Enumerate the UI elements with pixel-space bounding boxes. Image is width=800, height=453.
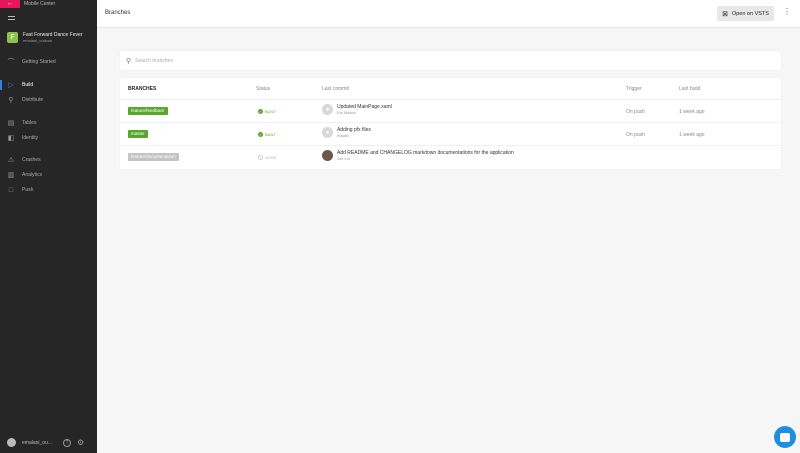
sidebar-item-label: Analytics: [22, 172, 43, 178]
open-on-vsts-label: Open on VSTS: [731, 10, 769, 17]
last-build-text: 1 week ago: [679, 132, 705, 138]
chat-button[interactable]: [774, 426, 796, 448]
table-row[interactable]: feature/feedback ✓ BUILT ● Updated MainP…: [120, 100, 781, 123]
status-badge: NONE: [258, 155, 277, 160]
gear-icon[interactable]: ⚙: [77, 438, 84, 447]
identity-icon: ◧: [7, 135, 15, 142]
column-header-last-build: Last build: [679, 86, 701, 92]
push-icon: □: [8, 186, 14, 194]
table-header: BRANCHES Status Last commit Trigger Last…: [120, 78, 781, 100]
arrow-left-icon: ←: [6, 0, 14, 7]
sidebar-item-label: Identity: [22, 135, 39, 141]
app-owner: emalani_outlook: [23, 38, 53, 43]
column-header-status: Status: [256, 86, 271, 92]
more-options-icon[interactable]: ⋮: [783, 8, 791, 16]
sidebar-item-label: Push: [22, 187, 34, 193]
commit-author: malani: [337, 133, 349, 138]
status-text: BUILT: [265, 132, 277, 137]
last-commit: Add README and CHANGELOG markdown docume…: [322, 150, 514, 161]
status-badge: ✓ BUILT: [258, 132, 276, 137]
analytics-icon: ▥: [7, 172, 15, 179]
status-text: NONE: [265, 155, 277, 160]
column-header-trigger: Trigger: [626, 86, 642, 92]
sidebar-item-identity[interactable]: ◧ Identity: [0, 133, 97, 143]
check-icon: ✓: [258, 132, 263, 137]
back-button[interactable]: ←: [0, 0, 20, 8]
last-commit: ● Updated MainPage.xaml Ela Malani: [322, 104, 392, 115]
trigger-text: On push: [626, 109, 645, 115]
sidebar-item-label: Crashes: [22, 157, 41, 163]
app-avatar: F: [7, 32, 18, 43]
commit-author: Joe Lin: [337, 156, 350, 161]
search-bar: ⚲: [120, 51, 781, 70]
user-name[interactable]: emalani_ou...: [22, 440, 52, 446]
sidebar: ← Mobile Center F Fast Forward Dance Fev…: [0, 0, 97, 453]
commit-message: Add README and CHANGELOG markdown docume…: [337, 150, 514, 156]
status-text: BUILT: [265, 109, 277, 114]
sidebar-item-distribute[interactable]: ⚲ Distribute: [0, 95, 97, 105]
check-icon: ✓: [258, 109, 263, 114]
sidebar-item-push[interactable]: □ Push: [0, 185, 97, 195]
table-row[interactable]: feature/documentation NONE Add README an…: [120, 146, 781, 169]
distribute-icon: ⚲: [8, 97, 14, 104]
page-header: Branches ⊠ Open on VSTS ⋮: [97, 0, 800, 28]
branch-badge: feature/feedback: [128, 107, 168, 115]
branch-badge: master: [128, 130, 148, 138]
column-header-branches: BRANCHES: [128, 86, 157, 92]
brand-name: Mobile Center: [24, 1, 56, 7]
rocket-icon: ⌒: [7, 59, 15, 66]
help-icon[interactable]: ?: [63, 438, 72, 447]
search-icon: ⚲: [126, 57, 132, 65]
sidebar-item-tables[interactable]: ▤ Tables: [0, 118, 97, 128]
trigger-text: On push: [626, 132, 645, 138]
branches-table: BRANCHES Status Last commit Trigger Last…: [120, 78, 781, 169]
status-badge: ✓ BUILT: [258, 109, 276, 114]
chat-icon: [780, 432, 790, 442]
last-build-text: 1 week ago: [679, 109, 705, 115]
play-icon: ▷: [8, 82, 14, 89]
avatar[interactable]: [7, 438, 16, 447]
sidebar-item-build[interactable]: ▷ Build: [0, 80, 97, 90]
sidebar-top: ← Mobile Center: [0, 0, 97, 8]
last-commit: ● Adding pfx files malani: [322, 127, 371, 138]
sidebar-item-getting-started[interactable]: ⌒ Getting Started: [0, 57, 97, 67]
sidebar-item-label: Distribute: [22, 97, 44, 103]
sidebar-item-label: Build: [22, 82, 34, 88]
avatar: ●: [322, 104, 333, 115]
sidebar-item-label: Getting Started: [22, 59, 56, 65]
warning-icon: ⚠: [7, 157, 15, 164]
hamburger-icon[interactable]: [8, 16, 15, 22]
avatar: ●: [322, 127, 333, 138]
commit-author: Ela Malani: [337, 110, 356, 115]
sidebar-item-analytics[interactable]: ▥ Analytics: [0, 170, 97, 180]
branch-badge: feature/documentation: [128, 153, 179, 161]
user-block: emalani_ou... ? ⚙: [7, 438, 84, 447]
tables-icon: ▤: [7, 120, 15, 127]
open-on-vsts-button[interactable]: ⊠ Open on VSTS: [717, 6, 774, 21]
empty-circle-icon: [258, 155, 263, 160]
page-title: Branches: [105, 10, 131, 16]
search-input[interactable]: [135, 57, 736, 64]
table-row[interactable]: master ✓ BUILT ● Adding pfx files malani…: [120, 123, 781, 146]
visual-studio-icon: ⊠: [722, 10, 728, 18]
avatar: [322, 150, 333, 161]
sidebar-item-crashes[interactable]: ⚠ Crashes: [0, 155, 97, 165]
column-header-last-commit: Last commit: [322, 86, 349, 92]
app-switcher[interactable]: F Fast Forward Dance Fever emalani_outlo…: [7, 32, 82, 43]
sidebar-item-label: Tables: [22, 120, 37, 126]
